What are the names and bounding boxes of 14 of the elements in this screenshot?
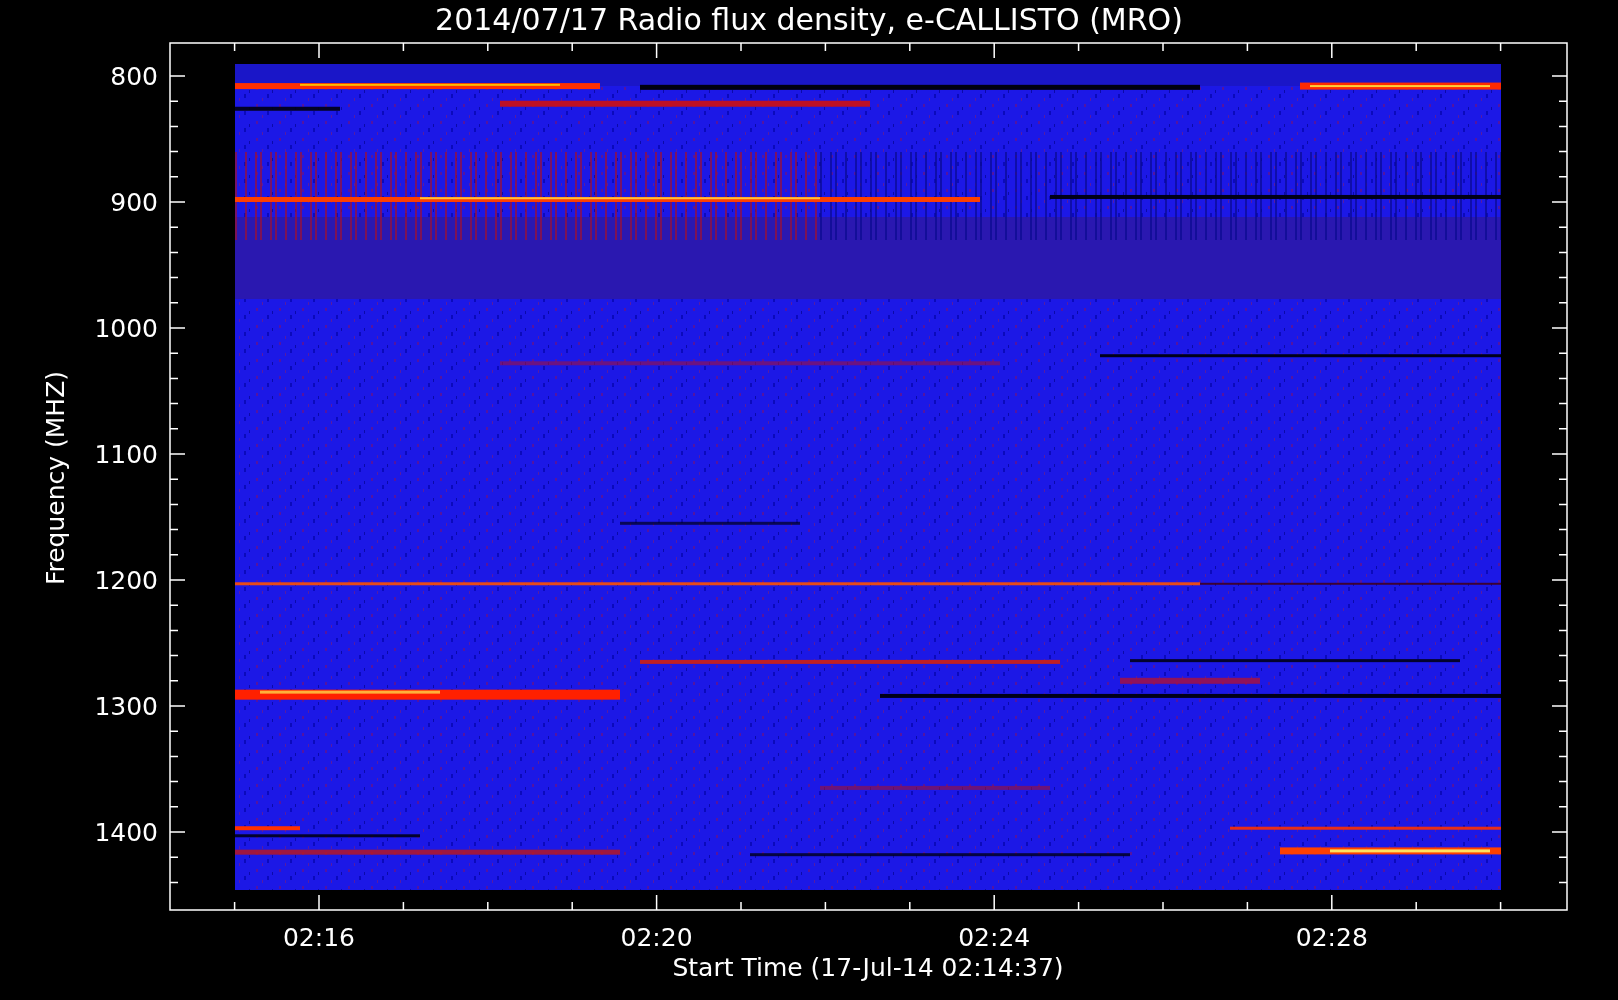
- y-tick-label: 1300: [94, 692, 158, 721]
- y-tick-label: 1100: [94, 440, 158, 469]
- x-tick-label: 02:24: [958, 923, 1031, 952]
- y-tick-label: 1000: [94, 314, 158, 343]
- x-tick-label: 02:16: [283, 923, 355, 952]
- x-tick-label: 02:28: [1295, 923, 1368, 952]
- x-axis-label: Start Time (17-Jul-14 02:14:37): [672, 953, 1064, 982]
- x-tick-label: 02:20: [620, 923, 693, 952]
- y-tick-label: 800: [110, 62, 158, 91]
- chart-title: 2014/07/17 Radio flux density, e-CALLISTO (MRO): [435, 2, 1183, 37]
- y-tick-label: 1200: [94, 566, 158, 595]
- y-axis-label: Frequency (MHZ): [41, 370, 70, 586]
- y-tick-label: 1400: [94, 818, 158, 847]
- y-tick-label: 900: [110, 188, 158, 217]
